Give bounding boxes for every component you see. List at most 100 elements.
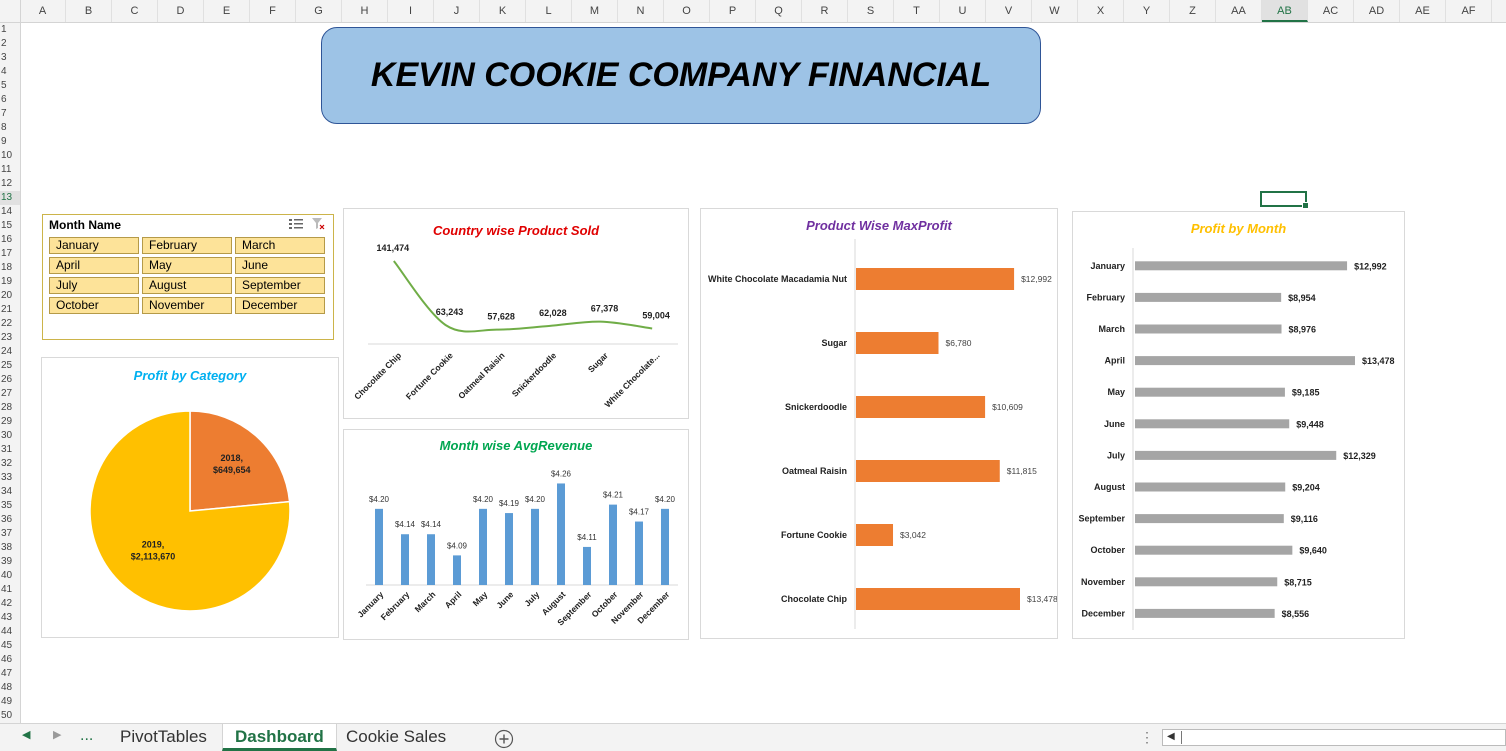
product-max-profit-chart[interactable]: Product Wise MaxProfit White Chocolate M… [700,208,1058,639]
slicer-item-july[interactable]: July [49,277,139,294]
slicer-item-june[interactable]: June [235,257,325,274]
row-header-4[interactable]: 4 [0,65,20,79]
slicer-item-may[interactable]: May [142,257,232,274]
scrollbar-thumb[interactable] [1181,731,1182,744]
row-header-37[interactable]: 37 [0,527,20,541]
month-avg-revenue-chart[interactable]: Month wise AvgRevenue $4.20 January $4.14 F… [343,429,689,640]
scroll-left-icon[interactable]: ◀ [1167,731,1175,742]
row-header-32[interactable]: 32 [0,457,20,471]
row-header-23[interactable]: 23 [0,331,20,345]
column-header-p[interactable]: P [710,0,756,22]
column-header-a[interactable]: A [20,0,66,22]
row-header-3[interactable]: 3 [0,51,20,65]
column-header-u[interactable]: U [940,0,986,22]
row-header-20[interactable]: 20 [0,289,20,303]
plus-circle-icon[interactable] [494,729,514,749]
tab-cookie-sales[interactable]: Cookie Sales [334,724,458,751]
row-header-25[interactable]: 25 [0,359,20,373]
column-header-r[interactable]: R [802,0,848,22]
scroll-tabs-right-icon[interactable]: ▶ [53,728,61,741]
column-header-g[interactable]: G [296,0,342,22]
column-header-i[interactable]: I [388,0,434,22]
dashboard-title-shape[interactable]: KEVIN COOKIE COMPANY FINANCIAL [321,27,1041,124]
horizontal-scrollbar[interactable]: ◀ [1162,729,1506,746]
row-header-15[interactable]: 15 [0,219,20,233]
row-header-50[interactable]: 50 [0,709,20,723]
row-header-2[interactable]: 2 [0,37,20,51]
row-header-47[interactable]: 47 [0,667,20,681]
slicer-item-february[interactable]: February [142,237,232,254]
row-header-30[interactable]: 30 [0,429,20,443]
column-header-w[interactable]: W [1032,0,1078,22]
row-header-1[interactable]: 1 [0,23,20,37]
tab-dashboard[interactable]: Dashboard [222,724,337,751]
column-header-j[interactable]: J [434,0,480,22]
row-header-13[interactable]: 13 [0,191,20,205]
row-header-35[interactable]: 35 [0,499,20,513]
column-header-ae[interactable]: AE [1400,0,1446,22]
row-header-49[interactable]: 49 [0,695,20,709]
more-tabs-ellipsis[interactable]: ... [80,727,93,745]
column-header-e[interactable]: E [204,0,250,22]
row-header-48[interactable]: 48 [0,681,20,695]
row-header-9[interactable]: 9 [0,135,20,149]
scroll-tabs-left-icon[interactable]: ◀ [22,728,30,741]
row-header-8[interactable]: 8 [0,121,20,135]
column-header-b[interactable]: B [66,0,112,22]
column-header-y[interactable]: Y [1124,0,1170,22]
row-header-40[interactable]: 40 [0,569,20,583]
row-header-16[interactable]: 16 [0,233,20,247]
column-header-c[interactable]: C [112,0,158,22]
row-header-12[interactable]: 12 [0,177,20,191]
slicer-item-october[interactable]: October [49,297,139,314]
row-header-10[interactable]: 10 [0,149,20,163]
row-header-36[interactable]: 36 [0,513,20,527]
row-header-18[interactable]: 18 [0,261,20,275]
column-header-k[interactable]: K [480,0,526,22]
active-cell-selection[interactable] [1260,191,1309,209]
row-header-43[interactable]: 43 [0,611,20,625]
row-header-29[interactable]: 29 [0,415,20,429]
row-header-17[interactable]: 17 [0,247,20,261]
row-header-24[interactable]: 24 [0,345,20,359]
row-header-28[interactable]: 28 [0,401,20,415]
row-header-38[interactable]: 38 [0,541,20,555]
slicer-item-march[interactable]: March [235,237,325,254]
column-header-h[interactable]: H [342,0,388,22]
column-header-d[interactable]: D [158,0,204,22]
column-header-q[interactable]: Q [756,0,802,22]
multi-select-icon[interactable] [289,218,303,230]
profit-by-category-chart[interactable]: Profit by Category 2018, $649,654 2019, $2,… [41,357,339,638]
row-header-21[interactable]: 21 [0,303,20,317]
column-header-n[interactable]: N [618,0,664,22]
column-header-o[interactable]: O [664,0,710,22]
row-header-42[interactable]: 42 [0,597,20,611]
row-header-39[interactable]: 39 [0,555,20,569]
clear-filter-icon[interactable] [311,217,325,230]
column-header-ac[interactable]: AC [1308,0,1354,22]
month-name-slicer[interactable]: Month Name January February March April May J… [42,214,334,340]
row-header-11[interactable]: 11 [0,163,20,177]
slicer-item-september[interactable]: September [235,277,325,294]
country-product-sold-chart[interactable]: Country wise Product Sold 141,474 Chocola… [343,208,689,419]
row-header-26[interactable]: 26 [0,373,20,387]
row-header-41[interactable]: 41 [0,583,20,597]
row-header-6[interactable]: 6 [0,93,20,107]
column-header-af[interactable]: AF [1446,0,1492,22]
fill-handle[interactable] [1302,202,1309,209]
slicer-item-november[interactable]: November [142,297,232,314]
tab-pivottables[interactable]: PivotTables [108,724,219,751]
profit-by-month-chart[interactable]: Profit by Month January $12,992 February $8… [1072,211,1405,639]
tab-scroll-splitter[interactable]: ⋮ [1140,729,1154,746]
slicer-item-december[interactable]: December [235,297,325,314]
row-header-22[interactable]: 22 [0,317,20,331]
row-header-14[interactable]: 14 [0,205,20,219]
row-header-7[interactable]: 7 [0,107,20,121]
row-header-44[interactable]: 44 [0,625,20,639]
row-header-46[interactable]: 46 [0,653,20,667]
row-header-5[interactable]: 5 [0,79,20,93]
slicer-item-august[interactable]: August [142,277,232,294]
column-header-s[interactable]: S [848,0,894,22]
column-header-v[interactable]: V [986,0,1032,22]
row-header-45[interactable]: 45 [0,639,20,653]
